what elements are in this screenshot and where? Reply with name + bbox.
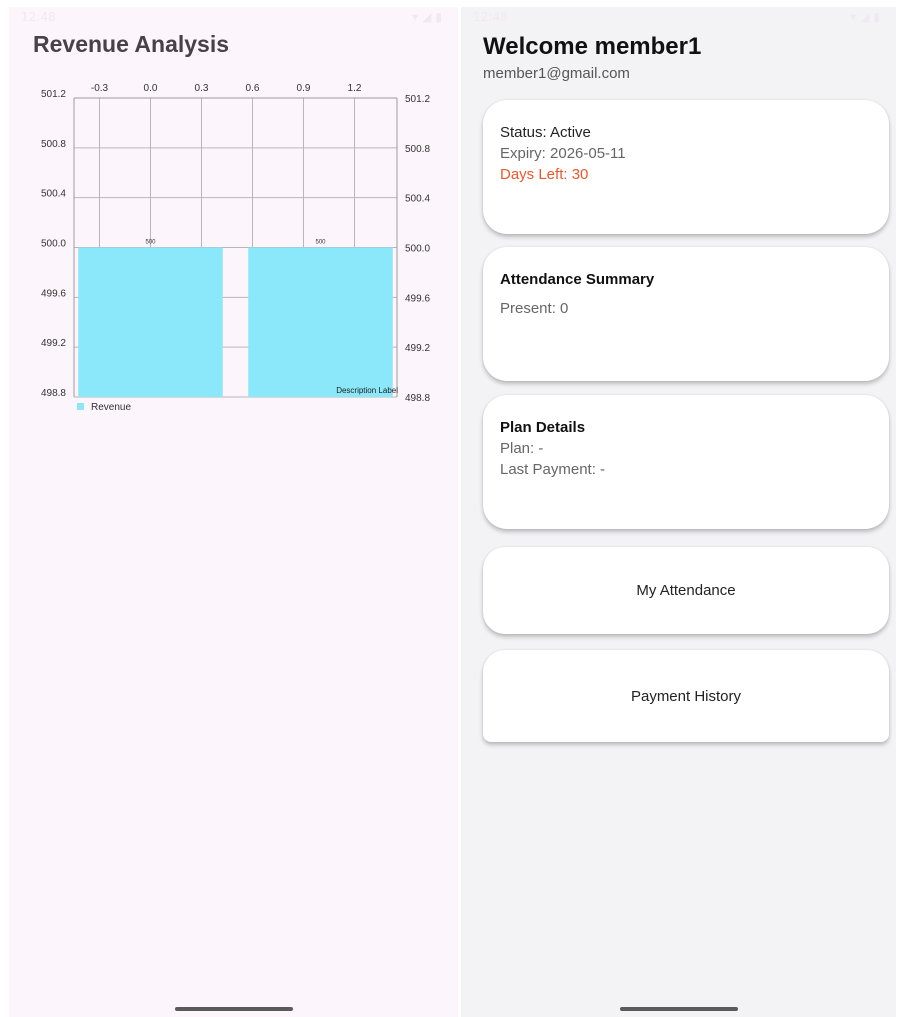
my-attendance-button[interactable]: My Attendance bbox=[483, 547, 889, 634]
revenue-screen: 12:48 ▾◢▮ Revenue Analysis 501.2 501.2 500… bbox=[9, 7, 458, 1017]
home-indicator[interactable] bbox=[619, 1007, 738, 1011]
y-tick-label-right: 500.8 bbox=[405, 144, 430, 155]
plan-details-card: Plan Details Plan: - Last Payment: - bbox=[483, 395, 889, 529]
y-tick-label-right: 500.4 bbox=[405, 194, 430, 205]
y-tick-label-right: 501.2 bbox=[405, 94, 430, 105]
x-tick-label: 1.2 bbox=[348, 83, 362, 94]
y-tick-label-left: 499.6 bbox=[41, 288, 66, 299]
status-bar: 12:48 ▾◢▮ bbox=[461, 7, 896, 29]
x-tick-label: -0.3 bbox=[91, 83, 109, 94]
days-left-text: Days Left: 30 bbox=[500, 166, 589, 183]
y-tick-label-left: 499.2 bbox=[41, 338, 66, 349]
chart-description-label: Description Label bbox=[336, 386, 398, 395]
chart-bar bbox=[78, 247, 223, 397]
system-icons: ▾◢▮ bbox=[850, 10, 884, 24]
bar-value-label: 500 bbox=[145, 240, 156, 246]
x-tick-label: 0.9 bbox=[297, 83, 311, 94]
last-payment-text: Last Payment: - bbox=[500, 461, 606, 478]
welcome-title: Welcome member1 bbox=[483, 33, 702, 60]
present-count: Present: 0 bbox=[500, 300, 569, 317]
status-text: Status: Active bbox=[500, 124, 591, 141]
y-tick-label-left: 500.8 bbox=[41, 139, 66, 150]
legend-swatch bbox=[77, 403, 84, 410]
revenue-bar-chart[interactable]: 501.2 501.2 500.8 500.8 500.4 500.4 500.0 500.0… bbox=[9, 75, 458, 435]
member-email: member1@gmail.com bbox=[483, 65, 630, 82]
status-time: 12:48 bbox=[21, 10, 56, 24]
membership-status-card: Status: Active Expiry: 2026-05-11 Days L… bbox=[483, 100, 889, 234]
member-dashboard-screen: 12:48 ▾◢▮ Welcome member1 member1@gmail.… bbox=[461, 7, 896, 1017]
y-tick-label-left: 498.8 bbox=[41, 388, 66, 399]
y-tick-label-right: 498.8 bbox=[405, 393, 430, 404]
expiry-text: Expiry: 2026-05-11 bbox=[500, 145, 626, 162]
chart-bars bbox=[78, 247, 393, 397]
x-tick-label: 0.6 bbox=[246, 83, 260, 94]
y-tick-label-right: 500.0 bbox=[405, 244, 430, 255]
legend-label: Revenue bbox=[91, 402, 131, 413]
attendance-summary-card: Attendance Summary Present: 0 bbox=[483, 247, 889, 381]
chart-bar bbox=[248, 247, 393, 397]
x-tick-label: 0.3 bbox=[195, 83, 209, 94]
attendance-summary-title: Attendance Summary bbox=[500, 271, 655, 288]
y-tick-label-right: 499.6 bbox=[405, 293, 430, 304]
home-indicator[interactable] bbox=[174, 1007, 293, 1011]
y-tick-label-left: 500.4 bbox=[41, 189, 66, 200]
payment-history-button[interactable]: Payment History bbox=[483, 650, 889, 742]
status-time: 12:48 bbox=[473, 10, 508, 24]
y-tick-label-left: 500.0 bbox=[41, 239, 66, 250]
x-tick-label: 0.0 bbox=[144, 83, 158, 94]
status-bar: 12:48 ▾◢▮ bbox=[9, 7, 458, 29]
bar-value-label: 500 bbox=[315, 240, 326, 246]
y-tick-label-right: 499.2 bbox=[405, 343, 430, 354]
plan-text: Plan: - bbox=[500, 440, 544, 457]
page-title: Revenue Analysis bbox=[33, 31, 230, 57]
system-icons: ▾◢▮ bbox=[412, 10, 446, 24]
plan-details-title: Plan Details bbox=[500, 419, 586, 436]
y-tick-label-left: 501.2 bbox=[41, 89, 66, 100]
